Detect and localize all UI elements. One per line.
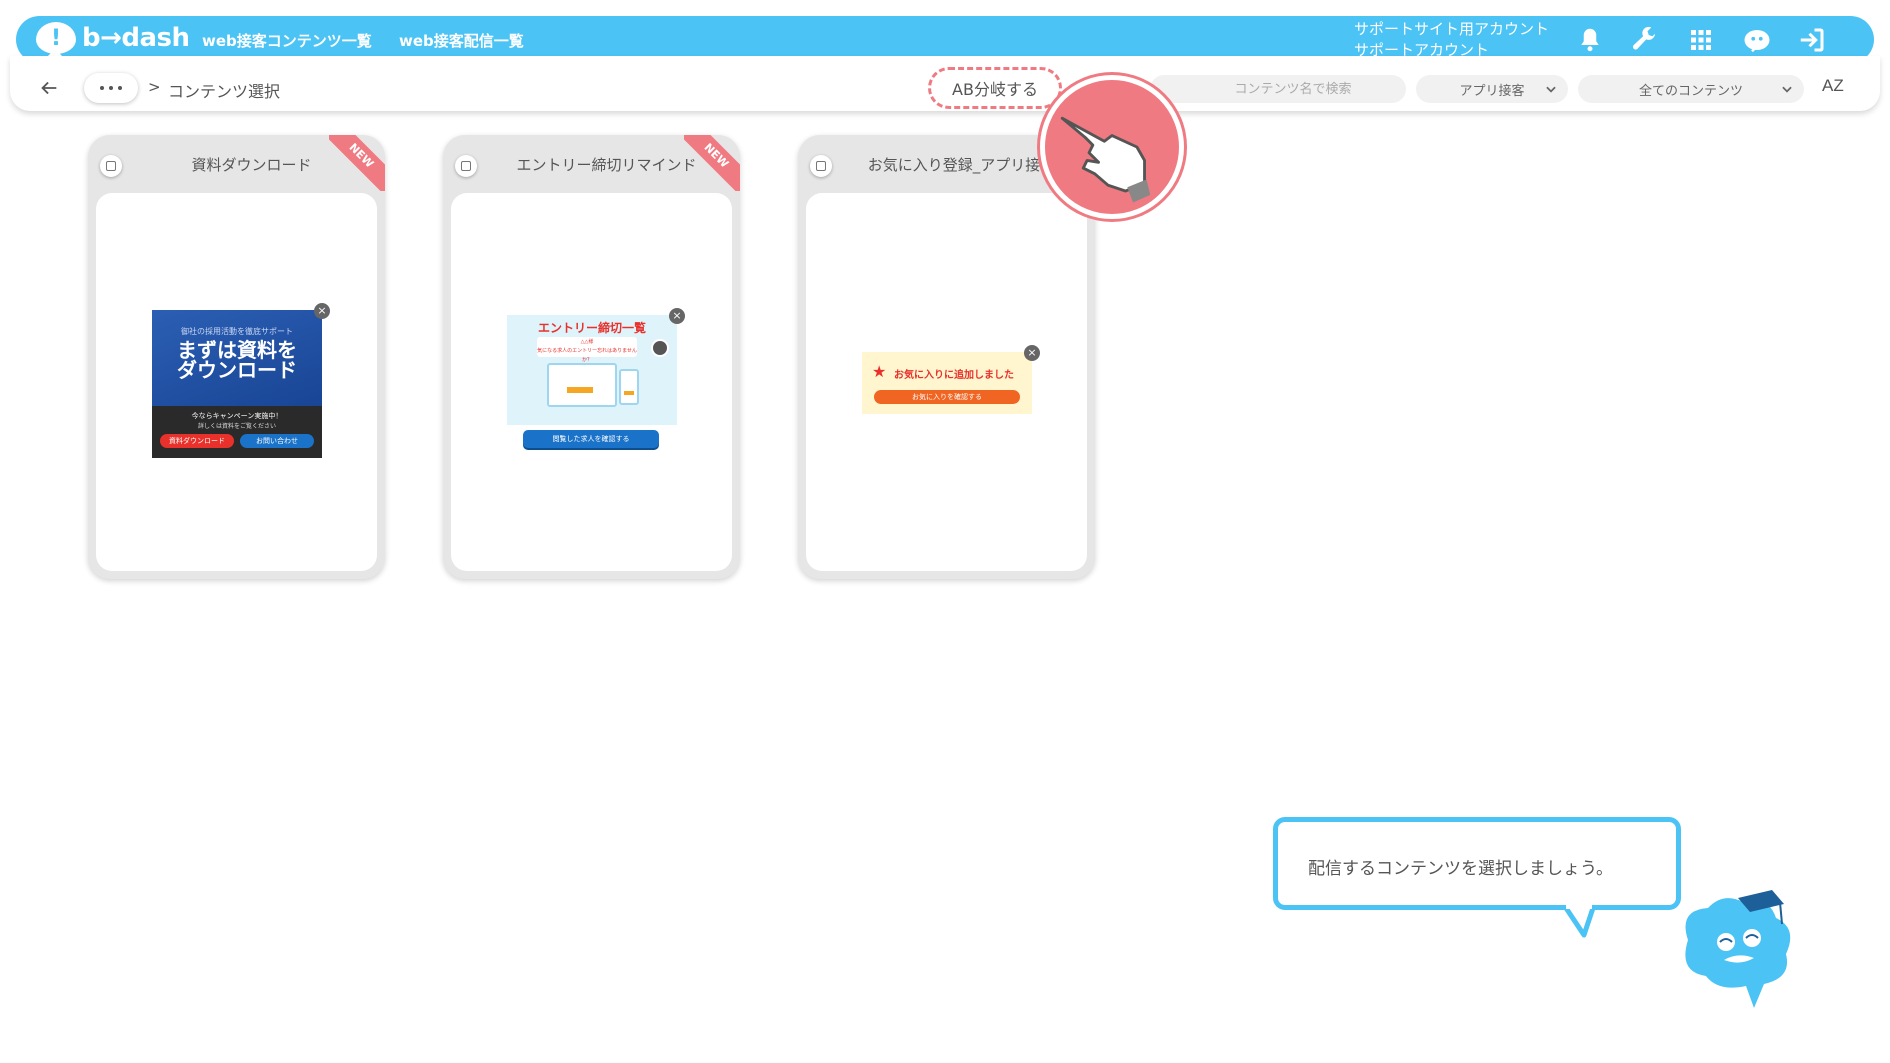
back-arrow-icon[interactable] bbox=[38, 77, 60, 99]
tip-speech-bubble: 配信するコンテンツを選択しましょう。 bbox=[1273, 817, 1681, 910]
banner-download-button: 資料ダウンロード bbox=[160, 434, 234, 448]
favorite-headline: お気に入りに追加しました bbox=[894, 370, 1014, 381]
card-preview: エントリー締切一覧 △△様 気になる求人のエントリー忘れはありませんか？ 閲覧し… bbox=[451, 193, 732, 571]
logo-text: b→dash bbox=[82, 23, 190, 53]
breadcrumb-separator: > bbox=[148, 78, 161, 96]
close-icon: × bbox=[314, 303, 330, 319]
download-banner-thumbnail: 御社の採用活動を徹底サポート まずは資料を ダウンロード 今ならキャンペーン実施中… bbox=[152, 310, 322, 458]
content-type-select[interactable]: 全てのコンテンツ bbox=[1578, 75, 1804, 103]
pointing-hand-icon bbox=[1040, 75, 1184, 219]
tip-text: 配信するコンテンツを選択しましょう。 bbox=[1308, 859, 1613, 879]
content-type-select-value: 全てのコンテンツ bbox=[1638, 83, 1743, 99]
laptop-illustration bbox=[547, 363, 617, 407]
phone-illustration bbox=[619, 369, 639, 405]
sort-az-button[interactable]: AZ bbox=[1822, 76, 1844, 96]
new-ribbon: NEW bbox=[684, 135, 740, 191]
ab-split-button[interactable]: AB分岐する bbox=[928, 67, 1062, 109]
avatar bbox=[651, 339, 669, 357]
breadcrumb-current: コンテンツ選択 bbox=[168, 82, 281, 101]
entry-headline: エントリー締切一覧 bbox=[537, 321, 646, 335]
account-name: サポートサイト用アカウント bbox=[1354, 20, 1550, 38]
content-card[interactable]: 資料ダウンロード NEW 御社の採用活動を徹底サポート まずは資料を ダウンロード… bbox=[88, 135, 385, 579]
favorite-view-button: お気に入りを確認する bbox=[874, 390, 1020, 404]
breadcrumb-more-button[interactable] bbox=[84, 73, 138, 103]
card-checkbox[interactable] bbox=[455, 155, 477, 177]
bell-icon[interactable] bbox=[1575, 25, 1605, 55]
bdash-logo[interactable]: ! b→dash bbox=[36, 22, 190, 54]
nav-web-delivery-list[interactable]: web接客配信一覧 bbox=[399, 30, 524, 51]
robot-icon[interactable] bbox=[1742, 25, 1772, 55]
card-checkbox[interactable] bbox=[100, 155, 122, 177]
entry-message-box: △△様 気になる求人のエントリー忘れはありませんか？ bbox=[537, 337, 637, 363]
card-checkbox[interactable] bbox=[810, 155, 832, 177]
banner-small-text: 御社の採用活動を徹底サポート bbox=[181, 327, 293, 336]
grid-icon[interactable] bbox=[1686, 25, 1716, 55]
card-preview: ★ お気に入りに追加しました お気に入りを確認する × bbox=[806, 193, 1087, 571]
content-search-input[interactable] bbox=[1150, 75, 1406, 103]
entry-view-jobs-button: 閲覧した求人を確認する bbox=[523, 430, 659, 448]
mascot-icon bbox=[1668, 880, 1808, 1024]
star-icon: ★ bbox=[872, 362, 887, 381]
logo-bubble-icon: ! bbox=[36, 22, 76, 54]
card-preview: 御社の採用活動を徹底サポート まずは資料を ダウンロード 今ならキャンペーン実施中… bbox=[96, 193, 377, 571]
bubble-tail bbox=[1561, 905, 1597, 938]
logout-icon[interactable] bbox=[1797, 25, 1827, 55]
channel-select[interactable]: アプリ接客 bbox=[1416, 75, 1568, 103]
content-card[interactable]: エントリー締切リマインド NEW エントリー締切一覧 △△様 気になる求人のエン… bbox=[443, 135, 740, 579]
chevron-down-icon bbox=[1546, 86, 1556, 93]
banner-footer: 今ならキャンペーン実施中！ 詳しくは資料をご覧ください 資料ダウンロード お問い… bbox=[152, 406, 322, 458]
card-header: エントリー締切リマインド NEW bbox=[443, 135, 740, 193]
card-header: 資料ダウンロード NEW bbox=[88, 135, 385, 193]
wrench-icon[interactable] bbox=[1630, 25, 1660, 55]
banner-contact-button: お問い合わせ bbox=[240, 434, 314, 448]
chevron-down-icon bbox=[1782, 86, 1792, 93]
favorite-added-thumbnail: ★ お気に入りに追加しました お気に入りを確認する bbox=[862, 352, 1032, 414]
new-ribbon: NEW bbox=[329, 135, 385, 191]
account-info[interactable]: サポートサイト用アカウント サポートアカウント bbox=[1354, 19, 1549, 61]
nav-web-contents-list[interactable]: web接客コンテンツ一覧 bbox=[202, 30, 372, 51]
close-icon: × bbox=[669, 308, 685, 324]
banner-headline: まずは資料を ダウンロード bbox=[177, 338, 297, 382]
channel-select-value: アプリ接客 bbox=[1459, 83, 1525, 99]
entry-reminder-thumbnail: エントリー締切一覧 △△様 気になる求人のエントリー忘れはありませんか？ bbox=[507, 315, 677, 425]
close-icon: × bbox=[1024, 345, 1040, 361]
